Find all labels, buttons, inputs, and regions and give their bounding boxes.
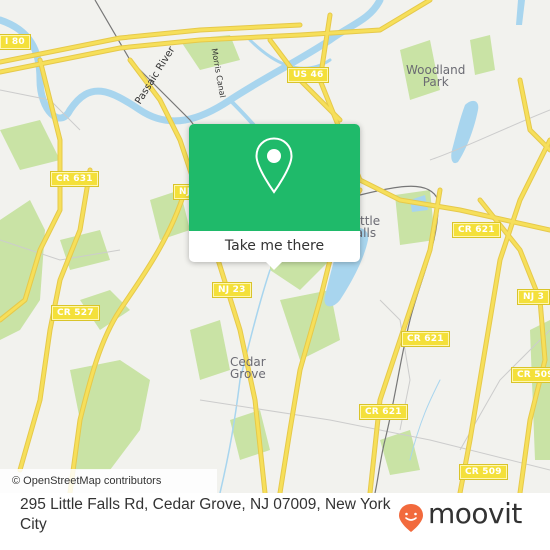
popup-pointer — [266, 262, 282, 270]
road-shield-cr621: CR 621 — [359, 404, 408, 420]
moovit-pin-icon — [399, 504, 423, 532]
road-shield-i80: I 80 — [0, 34, 31, 50]
place-label-cedar-grove: Cedar Grove — [230, 356, 266, 380]
road-shield-cr527: CR 527 — [51, 305, 100, 321]
road-shield-cr621: CR 621 — [452, 222, 501, 238]
map[interactable]: I 80 US 46 CR 631 NJ CR 527 NJ 23 CR 621… — [0, 0, 550, 493]
map-pin-icon — [255, 137, 293, 194]
place-label-woodland-park: Woodland Park — [406, 64, 465, 88]
take-me-there-button[interactable]: Take me there — [189, 231, 360, 262]
road-shield-cr621: CR 621 — [401, 331, 450, 347]
road-shield-cr631: CR 631 — [50, 171, 99, 187]
moovit-logo[interactable]: moovit — [398, 497, 538, 532]
footer: 295 Little Falls Rd, Cedar Grove, NJ 070… — [0, 493, 550, 550]
brand-wordmark: moovit — [428, 497, 522, 530]
popup-header — [189, 124, 360, 231]
road-shield-cr509: CR 509 — [459, 464, 508, 480]
place-label-line: Park — [422, 75, 449, 89]
map-attribution[interactable]: © OpenStreetMap contributors — [0, 469, 217, 493]
location-popup: Take me there — [189, 124, 360, 270]
road-shield-nj23: NJ 23 — [212, 282, 252, 298]
address-text: 295 Little Falls Rd, Cedar Grove, NJ 070… — [20, 496, 391, 533]
place-label-line: Grove — [230, 367, 266, 381]
road-shield-nj3: NJ 3 — [516, 289, 550, 305]
road-shield-cr509: CR 509 — [511, 367, 550, 383]
road-shield-us46: US 46 — [286, 67, 330, 83]
